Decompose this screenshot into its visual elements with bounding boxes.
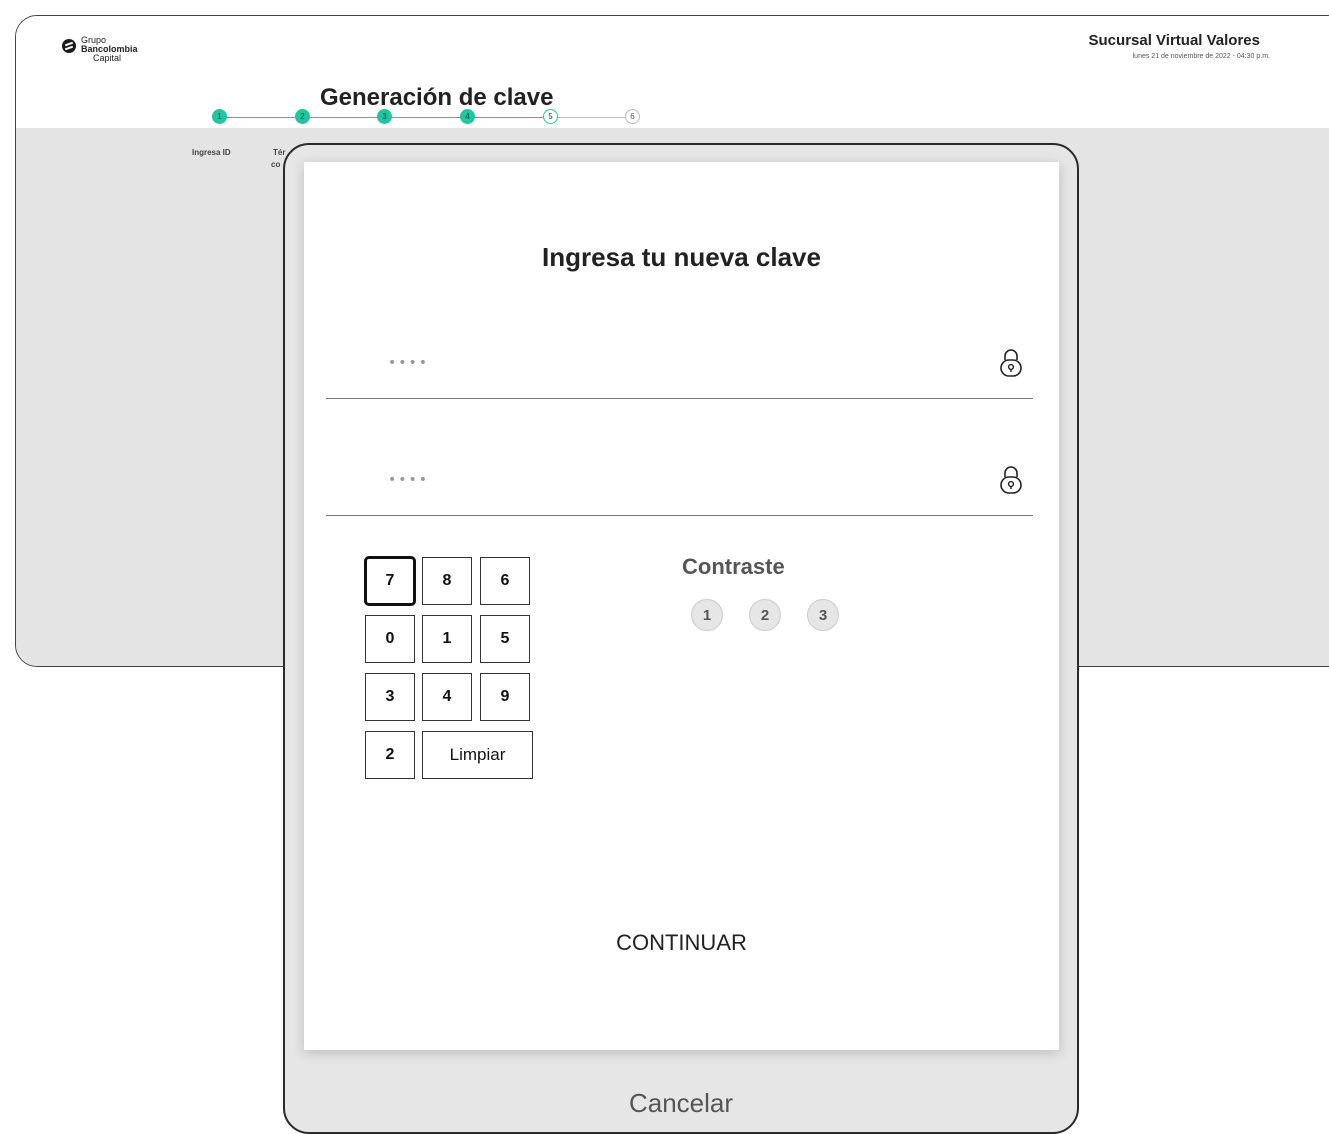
step-label-condiciones: co — [271, 160, 281, 169]
page-title: Generación de clave — [320, 84, 554, 111]
modal-title: Ingresa tu nueva clave — [542, 242, 821, 272]
keypad-key[interactable]: 7 — [365, 557, 415, 605]
bancolombia-logo: Grupo Bancolombia Capital — [62, 36, 138, 63]
contrast-option-2[interactable]: 2 — [749, 599, 781, 631]
bancolombia-logo-icon — [62, 39, 76, 53]
confirm-password-field — [326, 451, 1033, 516]
brand-datetime: lunes 21 de noviembre de 2022 - 04:30 p.… — [1132, 53, 1270, 60]
keypad-key[interactable]: 3 — [365, 673, 415, 721]
keypad-key[interactable]: 9 — [480, 673, 530, 721]
step-5: 5 — [543, 109, 558, 124]
keypad-key[interactable]: 0 — [365, 615, 415, 663]
contrast-option-1[interactable]: 1 — [691, 599, 723, 631]
new-password-modal: Ingresa tu nueva clave 7 8 6 0 — [283, 143, 1079, 1134]
keypad-key[interactable]: 5 — [480, 615, 530, 663]
step-label-ingresa-id: Ingresa ID — [192, 148, 231, 157]
keypad-key[interactable]: 8 — [422, 557, 472, 605]
new-password-input[interactable] — [386, 354, 950, 372]
cancel-button[interactable]: Cancelar — [285, 1088, 1077, 1119]
step-1: 1 — [212, 109, 227, 124]
stepper-remaining-line — [551, 117, 630, 118]
keypad-key[interactable]: 2 — [365, 731, 415, 779]
step-3: 3 — [377, 109, 392, 124]
step-6: 6 — [625, 109, 640, 124]
continue-button[interactable]: CONTINUAR — [304, 930, 1059, 956]
contrast-title: Contraste — [682, 554, 785, 579]
brand-title: Sucursal Virtual Valores — [1088, 32, 1260, 49]
lock-icon — [1000, 466, 1022, 494]
keypad-key[interactable]: 1 — [422, 615, 472, 663]
new-password-field — [326, 334, 1033, 399]
step-label-terminos: Tér — [273, 148, 286, 157]
lock-icon — [1000, 349, 1022, 377]
confirm-password-input[interactable] — [386, 471, 950, 489]
keypad-key[interactable]: 4 — [422, 673, 472, 721]
keypad-key[interactable]: 6 — [480, 557, 530, 605]
step-4: 4 — [460, 109, 475, 124]
step-2: 2 — [295, 109, 310, 124]
logo-line-capital: Capital — [93, 53, 122, 63]
contrast-option-3[interactable]: 3 — [807, 599, 839, 631]
keypad-clear-button[interactable]: Limpiar — [422, 731, 533, 779]
modal-card: Ingresa tu nueva clave 7 8 6 0 — [304, 162, 1059, 1050]
